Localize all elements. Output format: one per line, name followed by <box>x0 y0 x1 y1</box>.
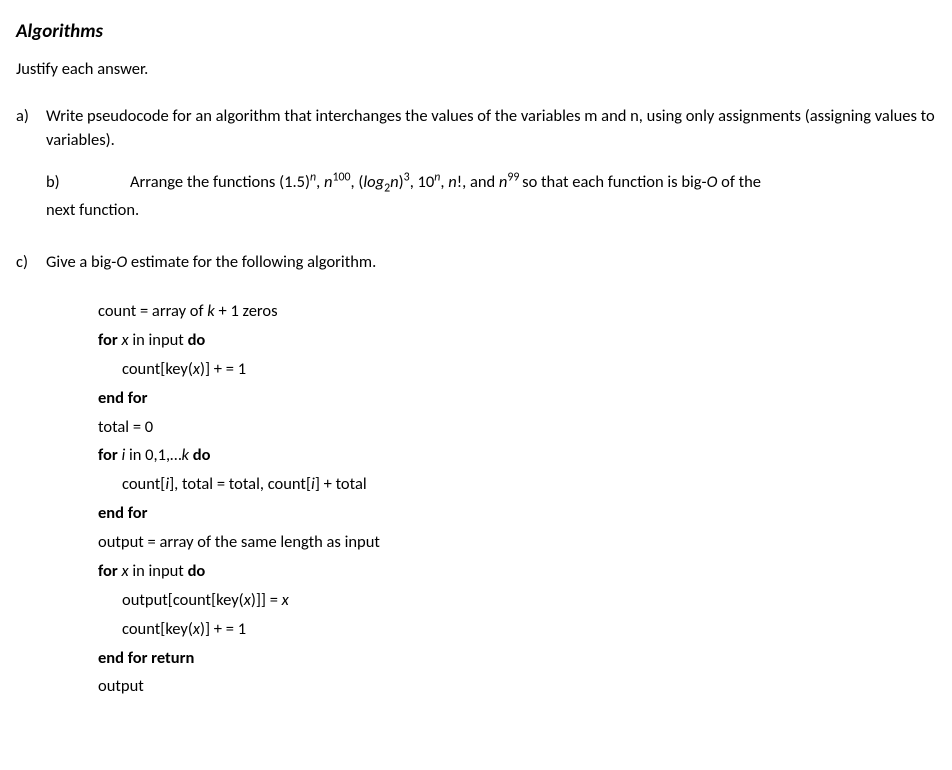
code-line-5: total = 0 <box>98 413 940 442</box>
qb-bigO: O <box>707 172 722 192</box>
code-line-4: end for <box>98 384 940 413</box>
qb-text-part: Arrange the functions (1.5) <box>130 172 310 192</box>
qb-f2sup: 100 <box>332 171 350 185</box>
page-title: Algorithms <box>16 18 940 46</box>
qa-text: Write pseudocode for an algorithm that i… <box>46 106 935 150</box>
code-line-12: count[key(x)] + = 1 <box>98 615 940 644</box>
pseudocode-block: count = array of k + 1 zeros for x in in… <box>98 297 940 701</box>
code-line-9: output = array of the same length as inp… <box>98 528 940 557</box>
qb-tail: so that each function is big- <box>522 172 706 192</box>
code-line-7: count[i], total = total, count[i] + tota… <box>98 470 940 499</box>
qb-f5excl: !, and <box>457 172 499 192</box>
qb-f5: n <box>448 172 456 192</box>
qc-post: estimate for the following algorithm. <box>127 252 376 272</box>
code-line-13: end for return <box>98 644 940 673</box>
qb-f6sup: 99 <box>507 171 522 185</box>
code-line-6: for i in 0,1,…k do <box>98 441 940 470</box>
qb-tail2: of the <box>721 172 761 192</box>
label-c: c) <box>16 251 46 701</box>
question-c: c) Give a big-O estimate for the followi… <box>16 251 940 701</box>
qb-c3: , 10 <box>410 172 435 192</box>
code-line-14: output <box>98 672 940 701</box>
code-line-11: output[count[key(x)]] = x <box>98 586 940 615</box>
qc-pre: Give a big- <box>46 252 116 272</box>
qb-c1: , <box>316 172 324 192</box>
label-b: b) <box>46 171 76 195</box>
intro-text: Justify each answer. <box>16 58 940 82</box>
code-line-1: count = array of k + 1 zeros <box>98 297 940 326</box>
qb-c2: , ( <box>351 172 364 192</box>
code-line-3: count[key(x)] + = 1 <box>98 355 940 384</box>
qc-bigO: O <box>116 252 127 272</box>
label-a: a) <box>16 105 46 223</box>
question-b: b) Arrange the functions (1.5) n, n 100, (… <box>46 171 940 195</box>
question-a: a) Write pseudocode for an algorithm tha… <box>16 105 940 223</box>
code-line-8: end for <box>98 499 940 528</box>
qb-log: log <box>363 172 384 192</box>
qb-logn: n <box>390 172 398 192</box>
code-line-10: for x in input do <box>98 557 940 586</box>
code-line-2: for x in input do <box>98 326 940 355</box>
qb-line2: next function. <box>46 199 940 223</box>
